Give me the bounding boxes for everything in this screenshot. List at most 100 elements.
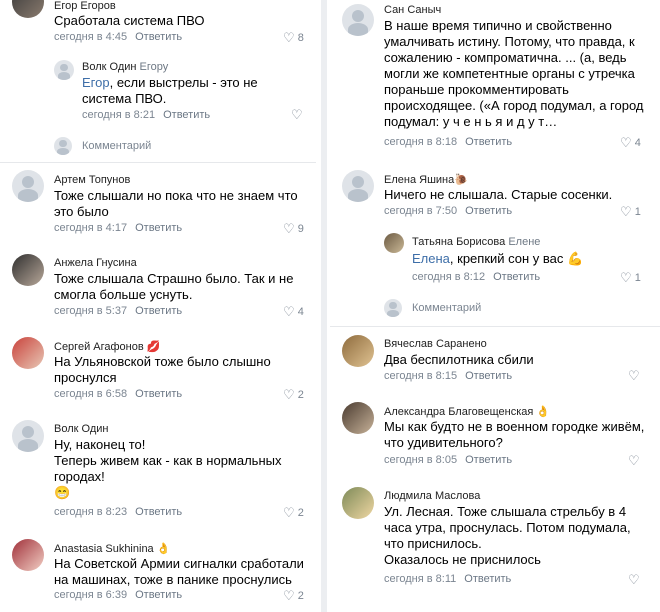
- comment-author[interactable]: Вячеслав Саранено: [384, 338, 487, 350]
- heart-icon: ♡: [620, 135, 632, 150]
- heart-icon: ♡: [283, 221, 295, 236]
- add-comment-button[interactable]: Комментарий: [412, 302, 481, 314]
- like-button[interactable]: ♡ 1: [620, 204, 641, 220]
- like-button[interactable]: ♡ 8: [283, 30, 304, 46]
- like-button[interactable]: ♡ 9: [283, 221, 304, 237]
- author-badge: 💋: [146, 341, 161, 353]
- heart-icon: ♡: [628, 572, 640, 587]
- author-badge: 👌: [536, 406, 551, 418]
- heart-icon: ♡: [620, 270, 632, 285]
- mention-link[interactable]: Елена: [412, 251, 450, 266]
- comment-time[interactable]: сегодня в 8:21: [82, 109, 155, 121]
- reply-button[interactable]: Ответить: [135, 388, 182, 400]
- comment-meta: сегодня в 5:37 Ответить: [54, 305, 182, 317]
- author-badge: 👌: [156, 543, 171, 555]
- like-button[interactable]: ♡ 4: [283, 304, 304, 320]
- comment-meta: сегодня в 8:12 Ответить: [412, 271, 540, 283]
- comment-time[interactable]: сегодня в 5:37: [54, 305, 127, 317]
- comment-meta: сегодня в 8:21 Ответить: [82, 109, 210, 121]
- avatar[interactable]: [342, 402, 374, 434]
- like-button[interactable]: ♡ 2: [283, 387, 304, 403]
- avatar[interactable]: [12, 170, 44, 202]
- avatar[interactable]: [12, 337, 44, 369]
- comment-time[interactable]: сегодня в 4:45: [54, 31, 127, 43]
- comment-time[interactable]: сегодня в 8:12: [412, 271, 485, 283]
- comment-time[interactable]: сегодня в 6:39: [54, 589, 127, 601]
- like-button[interactable]: ♡: [628, 572, 640, 588]
- comment-time[interactable]: сегодня в 8:05: [384, 454, 457, 466]
- comment-author[interactable]: Сергей Агафонов 💋: [54, 340, 160, 353]
- comment-meta: сегодня в 8:18 Ответить: [384, 136, 512, 148]
- reply-button[interactable]: Ответить: [464, 573, 511, 585]
- reply-button[interactable]: Ответить: [135, 506, 182, 518]
- comment-author[interactable]: Александра Благовещенская 👌: [384, 405, 550, 418]
- comment-author[interactable]: Анжела Гнусина: [54, 257, 137, 269]
- reply-button[interactable]: Ответить: [465, 454, 512, 466]
- avatar[interactable]: [342, 335, 374, 367]
- avatar[interactable]: [342, 4, 374, 36]
- comment-time[interactable]: сегодня в 4:17: [54, 222, 127, 234]
- comment-time[interactable]: сегодня в 8:11: [384, 573, 456, 585]
- reply-button[interactable]: Ответить: [465, 136, 512, 148]
- like-button[interactable]: ♡: [628, 453, 640, 469]
- separator: [330, 326, 660, 327]
- comment-text: Егор, если выстрелы - это не система ПВО…: [82, 75, 258, 106]
- avatar[interactable]: [12, 539, 44, 571]
- reply-button[interactable]: Ответить: [135, 589, 182, 601]
- like-count: 1: [634, 206, 641, 218]
- comment-meta: сегодня в 4:17 Ответить: [54, 222, 182, 234]
- emoji: 😁: [54, 485, 71, 500]
- comment-author[interactable]: Anastasia Sukhinina 👌: [54, 542, 170, 555]
- avatar[interactable]: [12, 254, 44, 286]
- avatar: [54, 137, 72, 155]
- like-button[interactable]: ♡ 4: [620, 135, 641, 151]
- reply-button[interactable]: Ответить: [493, 271, 540, 283]
- comment-meta: сегодня в 6:58 Ответить: [54, 388, 182, 400]
- like-button[interactable]: ♡: [291, 107, 303, 123]
- comments-column-left: Егор Егоров Сработала система ПВО сегодн…: [0, 0, 316, 612]
- heart-icon: ♡: [283, 304, 295, 319]
- avatar[interactable]: [384, 233, 404, 253]
- comment-author[interactable]: Сан Саныч: [384, 4, 441, 16]
- comment-text: В наше время типично и свойственно умалч…: [384, 18, 644, 129]
- comment-author[interactable]: Артем Топунов: [54, 174, 130, 186]
- comment-meta: сегодня в 4:45 Ответить: [54, 31, 182, 43]
- avatar[interactable]: [342, 170, 374, 202]
- avatar[interactable]: [342, 487, 374, 519]
- like-button[interactable]: ♡ 2: [283, 505, 304, 521]
- avatar[interactable]: [54, 60, 74, 80]
- separator: [0, 162, 316, 163]
- like-button[interactable]: ♡ 1: [620, 270, 641, 286]
- like-count: 4: [634, 137, 641, 149]
- reply-button[interactable]: Ответить: [465, 205, 512, 217]
- comment-time[interactable]: сегодня в 7:50: [384, 205, 457, 217]
- comment-author[interactable]: Егор Егоров: [54, 0, 116, 12]
- reply-button[interactable]: Ответить: [163, 109, 210, 121]
- comment-author[interactable]: Татьяна Борисова Елене: [412, 236, 540, 248]
- comment-text: Два беспилотника сбили: [384, 352, 534, 367]
- reply-button[interactable]: Ответить: [135, 222, 182, 234]
- heart-icon: ♡: [283, 588, 295, 603]
- comment-text: На Советской Армии сигналки сработали на…: [54, 556, 304, 587]
- heart-icon: ♡: [283, 30, 295, 45]
- avatar[interactable]: [12, 0, 44, 18]
- comment-time[interactable]: сегодня в 8:15: [384, 370, 457, 382]
- emoji: 💪: [567, 251, 584, 266]
- reply-button[interactable]: Ответить: [135, 305, 182, 317]
- comment-author[interactable]: Елена Яшина🐌: [384, 173, 468, 186]
- like-button[interactable]: ♡: [628, 368, 640, 384]
- reply-button[interactable]: Ответить: [465, 370, 512, 382]
- comment-author[interactable]: Волк Один Егору: [82, 61, 168, 73]
- add-comment-button[interactable]: Комментарий: [82, 140, 151, 152]
- mention-link[interactable]: Егор: [82, 75, 110, 90]
- comment-time[interactable]: сегодня в 8:23: [54, 506, 127, 518]
- comment-text: Мы как будто не в военном городке живём,…: [384, 419, 645, 450]
- like-button[interactable]: ♡ 2: [283, 588, 304, 604]
- comment-time[interactable]: сегодня в 6:58: [54, 388, 127, 400]
- comment-time[interactable]: сегодня в 8:18: [384, 136, 457, 148]
- comment-author[interactable]: Людмила Маслова: [384, 490, 480, 502]
- comment-author[interactable]: Волк Один: [54, 423, 108, 435]
- avatar[interactable]: [12, 420, 44, 452]
- reply-button[interactable]: Ответить: [135, 31, 182, 43]
- like-count: 4: [297, 306, 304, 318]
